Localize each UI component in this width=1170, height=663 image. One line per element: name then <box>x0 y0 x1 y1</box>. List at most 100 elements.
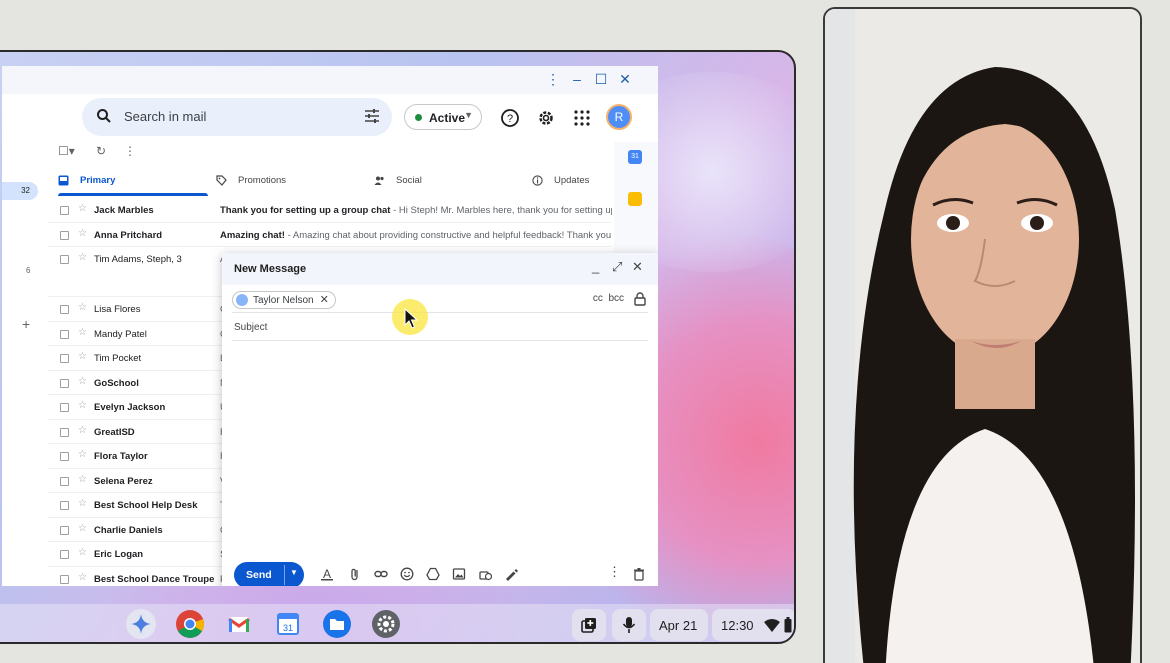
status-dropdown[interactable]: Active ▼ <box>404 104 482 130</box>
subject-field[interactable]: Subject <box>232 315 648 341</box>
account-avatar[interactable]: R <box>606 104 632 130</box>
row-checkbox[interactable] <box>60 305 69 314</box>
row-checkbox[interactable] <box>60 403 69 412</box>
tray-status-area[interactable]: 12:30 <box>712 609 794 641</box>
tray-holding-space[interactable] <box>572 609 606 641</box>
inbox-icon <box>58 175 69 186</box>
calendar-icon[interactable]: 31 <box>628 150 642 164</box>
star-icon[interactable]: ☆ <box>78 228 87 239</box>
row-checkbox[interactable] <box>60 574 69 584</box>
star-icon[interactable]: ☆ <box>78 203 87 214</box>
to-field[interactable]: Taylor Nelson ✕ cc bcc <box>232 287 648 313</box>
chrome-icon[interactable] <box>175 609 205 639</box>
star-icon[interactable]: ☆ <box>78 498 87 509</box>
email-row[interactable]: ☆ Anna Pritchard Amazing chat! - Amazing c… <box>48 223 612 247</box>
row-checkbox[interactable] <box>60 427 69 437</box>
discard-trash-icon[interactable] <box>632 567 646 581</box>
cc-link[interactable]: cc <box>593 293 603 304</box>
add-label-icon[interactable]: + <box>22 316 30 332</box>
link-icon[interactable] <box>374 567 388 581</box>
tab-promotions[interactable]: Promotions <box>216 166 366 196</box>
minimize-icon[interactable]: – <box>568 71 586 87</box>
compose-title: New Message <box>234 263 307 275</box>
help-icon[interactable]: ? <box>500 108 520 128</box>
tray-date[interactable]: Apr 21 <box>650 609 708 641</box>
row-checkbox[interactable] <box>60 255 69 264</box>
row-checkbox[interactable] <box>60 230 69 240</box>
tab-label: Promotions <box>238 175 287 186</box>
email-sender: Evelyn Jackson <box>94 402 166 413</box>
attach-icon[interactable] <box>348 567 362 581</box>
row-checkbox[interactable] <box>60 354 69 363</box>
people-icon <box>374 176 384 185</box>
email-row[interactable]: ☆ Jack Marbles Thank you for setting up a … <box>48 198 612 223</box>
search-bar[interactable]: Search in mail <box>82 98 392 136</box>
row-checkbox[interactable] <box>60 452 69 461</box>
search-input[interactable]: Search in mail <box>124 109 206 124</box>
star-icon[interactable]: ☆ <box>78 425 87 436</box>
files-icon[interactable] <box>322 609 352 639</box>
tune-icon[interactable] <box>364 108 380 124</box>
star-icon[interactable]: ☆ <box>78 572 87 583</box>
gemini-icon[interactable] <box>126 609 156 639</box>
signature-icon[interactable] <box>504 567 518 581</box>
lock-icon[interactable] <box>634 292 646 306</box>
star-icon[interactable]: ☆ <box>78 523 87 534</box>
row-checkbox[interactable] <box>60 550 69 559</box>
inbox-count-badge[interactable]: 32 <box>2 182 38 200</box>
minimize-icon[interactable]: _ <box>592 259 599 274</box>
confidential-mode-icon[interactable] <box>478 567 492 581</box>
row-checkbox[interactable] <box>60 329 69 339</box>
drive-icon[interactable] <box>426 567 440 581</box>
more-options-icon[interactable]: ⋮ <box>608 564 622 579</box>
emoji-icon[interactable] <box>400 567 414 581</box>
row-checkbox[interactable] <box>60 378 69 388</box>
time-text: 12:30 <box>721 618 754 633</box>
close-icon[interactable]: ✕ <box>616 71 634 88</box>
bcc-link[interactable]: bcc <box>608 293 624 304</box>
photo-icon[interactable] <box>452 567 466 581</box>
star-icon[interactable]: ☆ <box>78 400 87 411</box>
remove-recipient-icon[interactable]: ✕ <box>320 294 329 306</box>
subject-input[interactable]: Subject <box>234 322 267 333</box>
gear-icon[interactable] <box>536 108 556 128</box>
star-icon[interactable]: ☆ <box>78 252 87 263</box>
star-icon[interactable]: ☆ <box>78 302 87 313</box>
email-sender: Lisa Flores <box>94 304 141 315</box>
more-vert-icon[interactable]: ⋮ <box>124 144 136 158</box>
row-checkbox[interactable] <box>60 501 69 510</box>
select-all-checkbox[interactable]: ☐▾ <box>58 144 75 158</box>
apps-grid-icon[interactable] <box>572 108 592 128</box>
gmail-icon[interactable] <box>224 609 254 639</box>
expand-icon[interactable]: ⤢ <box>612 259 622 275</box>
email-subject: Thank you for setting up a group chat <box>220 205 391 216</box>
more-vert-icon[interactable]: ⋮ <box>544 71 562 88</box>
tab-primary[interactable]: Primary <box>58 166 208 196</box>
row-checkbox[interactable] <box>60 206 69 215</box>
left-rail: 32 6 + <box>2 166 42 466</box>
star-icon[interactable]: ☆ <box>78 376 87 387</box>
maximize-icon[interactable]: ☐ <box>592 71 610 88</box>
tab-updates[interactable]: Updates <box>532 166 612 196</box>
recipient-chip[interactable]: Taylor Nelson ✕ <box>232 291 336 309</box>
star-icon[interactable]: ☆ <box>78 547 87 558</box>
tray-microphone[interactable] <box>612 609 646 641</box>
text-format-icon[interactable]: A <box>320 567 334 581</box>
star-icon[interactable]: ☆ <box>78 327 87 338</box>
row-checkbox[interactable] <box>60 476 69 486</box>
tab-social[interactable]: Social <box>374 166 524 196</box>
refresh-icon[interactable]: ↻ <box>96 144 106 158</box>
send-button[interactable]: Send ▼ <box>234 562 304 586</box>
star-icon[interactable]: ☆ <box>78 474 87 485</box>
settings-icon[interactable] <box>371 609 401 639</box>
calendar-icon[interactable]: 31 <box>273 609 303 639</box>
compose-header[interactable]: New Message _ ⤢ ✕ <box>222 253 658 285</box>
close-icon[interactable]: ✕ <box>632 259 643 275</box>
email-sender: GreatISD <box>94 426 135 438</box>
send-label: Send <box>246 569 272 581</box>
keep-icon[interactable] <box>628 192 642 206</box>
row-checkbox[interactable] <box>60 525 69 535</box>
star-icon[interactable]: ☆ <box>78 449 87 460</box>
star-icon[interactable]: ☆ <box>78 351 87 362</box>
schedule-send-caret-icon[interactable]: ▼ <box>290 568 298 577</box>
